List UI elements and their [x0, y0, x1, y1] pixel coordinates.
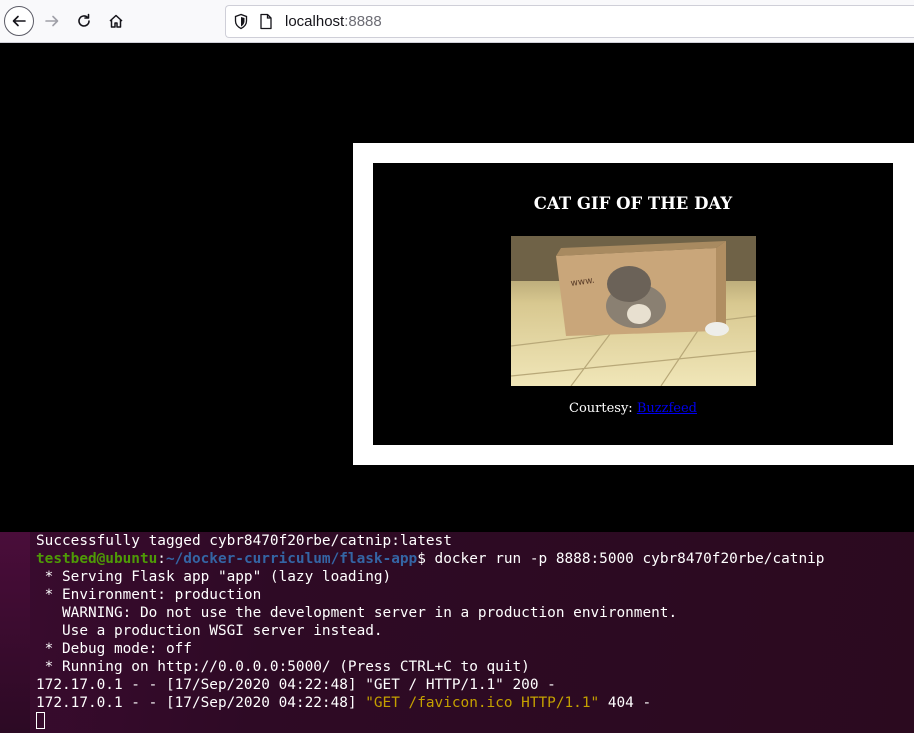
terminal-log-line: 172.17.0.1 - - [17/Sep/2020 04:22:48] "G…	[36, 694, 651, 712]
forward-button[interactable]	[37, 6, 67, 36]
terminal-line: WARNING: Do not use the development serv…	[36, 605, 678, 621]
terminal-line: * Debug mode: off	[36, 641, 192, 657]
home-icon	[109, 14, 123, 28]
terminal-line: * Serving Flask app "app" (lazy loading)	[36, 569, 392, 585]
arrow-left-icon	[12, 15, 26, 27]
terminal-line: * Environment: production	[36, 587, 262, 603]
log-suffix: 404 -	[599, 695, 652, 711]
courtesy-line: Courtesy: Buzzfeed	[373, 401, 893, 416]
terminal-line: Use a production WSGI server instead.	[36, 623, 383, 639]
page-info-icon[interactable]	[259, 13, 273, 34]
terminal-line: * Running on http://0.0.0.0:5000/ (Press…	[36, 659, 530, 675]
back-button[interactable]	[4, 6, 34, 36]
url-text[interactable]: localhost:8888	[285, 13, 382, 31]
url-host: localhost	[285, 13, 345, 30]
prompt-command: $ docker run -p 8888:5000 cybr8470f20rbe…	[417, 551, 825, 567]
web-page: CAT GIF OF THE DAY www. Courtesy: Buzzfe…	[0, 43, 914, 532]
home-button[interactable]	[101, 6, 131, 36]
prompt-path: ~/docker-curriculum/flask-app	[165, 551, 418, 567]
terminal-line: 172.17.0.1 - - [17/Sep/2020 04:22:48] "G…	[36, 677, 556, 693]
terminal-cursor	[36, 712, 45, 729]
cat-card-border: CAT GIF OF THE DAY www. Courtesy: Buzzfe…	[353, 143, 914, 465]
prompt-user: testbed@ubuntu	[36, 551, 158, 567]
cat-card: CAT GIF OF THE DAY www. Courtesy: Buzzfe…	[373, 163, 893, 445]
url-port: :8888	[344, 13, 382, 30]
reload-button[interactable]	[69, 6, 99, 36]
buzzfeed-link[interactable]: Buzzfeed	[637, 401, 697, 416]
url-bar[interactable]: localhost:8888	[225, 5, 914, 38]
log-request: "GET /favicon.ico HTTP/1.1"	[365, 695, 600, 711]
log-prefix: 172.17.0.1 - - [17/Sep/2020 04:22:48]	[36, 695, 366, 711]
terminal-edge	[0, 532, 30, 733]
terminal-window[interactable]: Successfully tagged cybr8470f20rbe/catni…	[0, 532, 914, 733]
terminal-line: Successfully tagged cybr8470f20rbe/catni…	[36, 533, 452, 549]
shield-icon[interactable]	[233, 13, 249, 34]
arrow-right-icon	[45, 15, 59, 27]
prompt-separator: :	[157, 551, 166, 567]
cat-in-box-image: www.	[511, 236, 756, 386]
courtesy-label: Courtesy:	[569, 401, 633, 416]
reload-icon	[78, 13, 90, 27]
page-title: CAT GIF OF THE DAY	[533, 194, 733, 213]
terminal-prompt-line: testbed@ubuntu:~/docker-curriculum/flask…	[36, 550, 824, 568]
browser-toolbar: localhost:8888	[0, 0, 914, 43]
